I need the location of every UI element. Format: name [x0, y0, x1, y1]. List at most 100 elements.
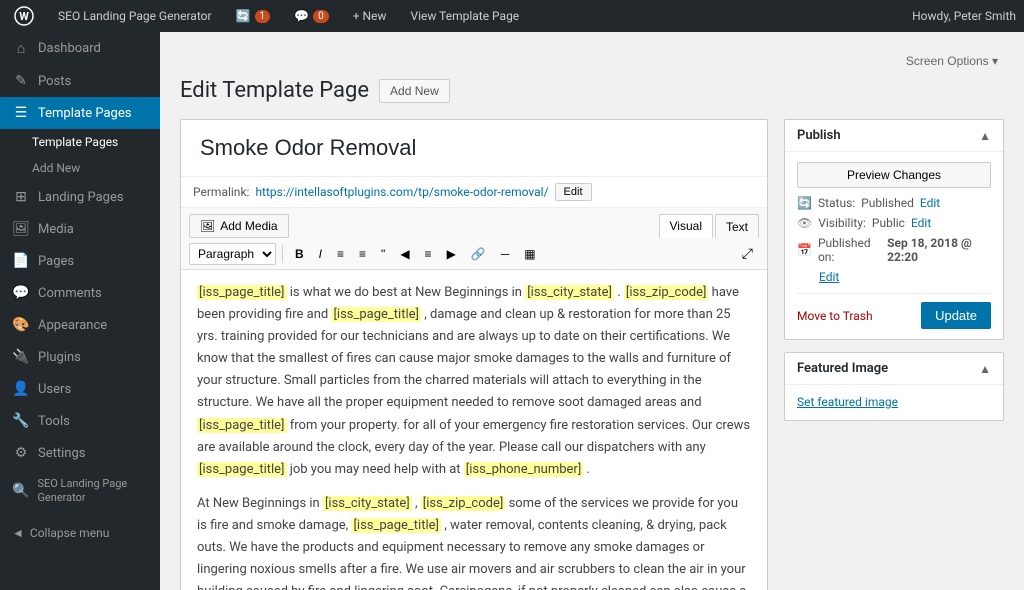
publish-chevron-icon: ▲ [979, 129, 991, 143]
published-on-row: 📅 Published on: Sep 18, 2018 @ 22:20 [797, 236, 991, 264]
main-content: Screen Options ▾ Edit Template Page Add … [160, 32, 1024, 590]
sidebar-item-posts[interactable]: ✎ Posts [0, 65, 160, 97]
paragraph-select[interactable]: Paragraph [189, 243, 276, 265]
post-title-input[interactable] [193, 130, 755, 166]
add-media-button[interactable]: 🖼 Add Media [189, 214, 289, 238]
published-on-value: Sep 18, 2018 @ 22:20 [887, 236, 991, 264]
settings-icon: ⚙ [12, 445, 30, 461]
visibility-label: Visibility: [818, 216, 866, 230]
iss-page-title-tag-2: [iss_page_title] [331, 307, 421, 322]
published-on-edit-link[interactable]: Edit [819, 270, 839, 284]
blockquote-button[interactable]: " [375, 244, 391, 264]
site-name[interactable]: SEO Landing Page Generator [52, 0, 218, 32]
text-tab[interactable]: Text [715, 214, 759, 238]
pages-icon: 📄 [12, 253, 30, 269]
iss-city-state-tag-1: [iss_city_state] [525, 285, 614, 300]
sidebar-item-seo-generator[interactable]: 🔍 SEO Landing Page Generator [0, 469, 160, 514]
sidebar-submenu-add-new[interactable]: Add New [0, 155, 160, 181]
horizontal-rule-button[interactable]: ─ [495, 244, 516, 264]
dashboard-icon: ⌂ [12, 40, 30, 57]
plugins-icon: 🔌 [12, 349, 30, 365]
featured-image-panel-header[interactable]: Featured Image ▲ [785, 353, 1003, 385]
preview-changes-button[interactable]: Preview Changes [797, 162, 991, 188]
iss-page-title-tag-1: [iss_page_title] [197, 285, 287, 300]
visit-count[interactable]: 🔄 1 [230, 0, 277, 32]
howdy-text: Howdy, Peter Smith [912, 9, 1016, 23]
toolbar-separator-1 [282, 245, 283, 263]
iss-zip-code-tag-1: [iss_zip_code] [624, 285, 709, 300]
update-button[interactable]: Update [921, 302, 991, 329]
fullscreen-button[interactable]: ⤢ [736, 242, 759, 265]
wp-logo-icon[interactable]: W [8, 0, 40, 32]
new-menu[interactable]: + New [347, 0, 393, 32]
iss-page-title-tag-5: [iss_page_title] [351, 518, 441, 533]
set-featured-image-link[interactable]: Set featured image [797, 395, 898, 409]
editor-body[interactable]: [iss_page_title] is what we do best at N… [181, 270, 767, 590]
publish-panel-title: Publish [797, 128, 841, 143]
iss-page-title-tag-3: [iss_page_title] [197, 418, 287, 433]
permalink-link[interactable]: https://intellasoftplugins.com/tp/smoke-… [255, 185, 548, 199]
users-icon: 👤 [12, 381, 30, 397]
status-icon: 🔄 [797, 196, 812, 210]
visual-tab[interactable]: Visual [659, 214, 713, 238]
visibility-edit-link[interactable]: Edit [911, 216, 931, 230]
sidebar-item-tools[interactable]: 🔧 Tools [0, 405, 160, 437]
permalink-label: Permalink: [193, 185, 249, 199]
post-title-wrap [181, 120, 767, 177]
link-button[interactable]: 🔗 [465, 244, 492, 264]
admin-bar: W SEO Landing Page Generator 🔄 1 💬 0 + N… [0, 0, 1024, 32]
unordered-list-button[interactable]: ≡ [331, 244, 350, 264]
publish-panel-header[interactable]: Publish ▲ [785, 120, 1003, 152]
status-edit-link[interactable]: Edit [920, 196, 940, 210]
sidebar-item-dashboard[interactable]: ⌂ Dashboard [0, 32, 160, 65]
landing-pages-icon: ⊞ [12, 189, 30, 205]
align-right-button[interactable]: ▶ [441, 244, 462, 264]
sidebar: ⌂ Dashboard ✎ Posts ☰ Template Pages Tem… [0, 32, 160, 590]
page-title: Edit Template Page [180, 78, 369, 103]
seo-generator-icon: 🔍 [12, 482, 29, 500]
main-editor: Permalink: https://intellasoftplugins.co… [180, 119, 768, 590]
move-to-trash-link[interactable]: Move to Trash [797, 309, 873, 323]
bold-button[interactable]: B [289, 244, 310, 264]
permalink-edit-button[interactable]: Edit [555, 183, 592, 201]
svg-text:W: W [19, 10, 29, 23]
sidebar-item-appearance[interactable]: 🎨 Appearance [0, 309, 160, 341]
add-new-button[interactable]: Add New [379, 79, 450, 103]
iss-zip-code-tag-2: [iss_zip_code] [421, 496, 506, 511]
permalink-row: Permalink: https://intellasoftplugins.co… [181, 177, 767, 208]
view-template-page[interactable]: View Template Page [404, 0, 525, 32]
sidebar-item-pages[interactable]: 📄 Pages [0, 245, 160, 277]
template-pages-icon: ☰ [12, 105, 30, 121]
collapse-menu[interactable]: ◄ Collapse menu [0, 518, 160, 548]
featured-image-panel: Featured Image ▲ Set featured image [784, 352, 1004, 421]
italic-button[interactable]: I [313, 244, 328, 264]
sidebar-item-plugins[interactable]: 🔌 Plugins [0, 341, 160, 373]
status-value: Published [861, 196, 914, 210]
comments-icon: 💬 [12, 285, 30, 301]
editor-wrap: Permalink: https://intellasoftplugins.co… [180, 119, 1004, 590]
visibility-icon: 👁 [797, 216, 812, 230]
sidebar-item-media[interactable]: 🖼 Media [0, 213, 160, 245]
align-center-button[interactable]: ≡ [419, 244, 438, 264]
page-header: Edit Template Page Add New [180, 78, 1004, 103]
add-media-icon: 🖼 [200, 219, 215, 233]
screen-options-button[interactable]: Screen Options ▾ [900, 52, 1004, 70]
iss-city-state-tag-2: [iss_city_state] [323, 496, 412, 511]
sidebar-submenu-all-template-pages[interactable]: Template Pages [0, 129, 160, 155]
table-button[interactable]: ▦ [518, 244, 541, 264]
media-icon: 🖼 [12, 221, 30, 237]
visibility-value: Public [872, 216, 905, 230]
sidebar-item-landing-pages[interactable]: ⊞ Landing Pages [0, 181, 160, 213]
featured-image-chevron-icon: ▲ [979, 362, 991, 376]
featured-image-title: Featured Image [797, 361, 888, 376]
publish-panel: Publish ▲ Preview Changes 🔄 Status: Publ… [784, 119, 1004, 340]
sidebar-item-comments[interactable]: 💬 Comments [0, 277, 160, 309]
sidebar-item-users[interactable]: 👤 Users [0, 373, 160, 405]
ordered-list-button[interactable]: ≡ [353, 244, 372, 264]
format-toolbar: Paragraph B I ≡ ≡ " ◀ ≡ ▶ 🔗 ─ ▦ ⤢ [181, 238, 767, 270]
sidebar-item-template-pages[interactable]: ☰ Template Pages [0, 97, 160, 129]
comment-count[interactable]: 💬 0 [288, 0, 335, 32]
appearance-icon: 🎨 [12, 317, 30, 333]
sidebar-item-settings[interactable]: ⚙ Settings [0, 437, 160, 469]
align-left-button[interactable]: ◀ [394, 244, 415, 264]
